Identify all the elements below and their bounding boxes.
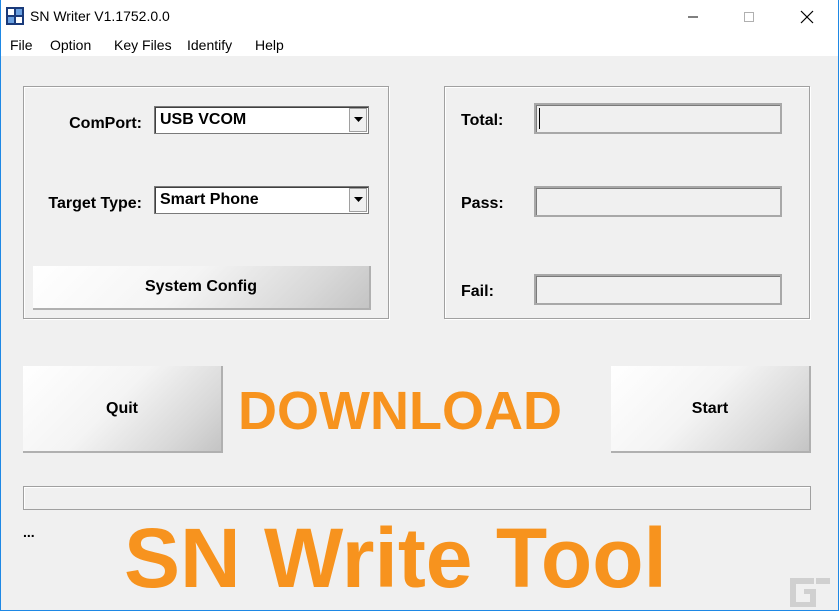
start-button[interactable]: Start (611, 366, 811, 453)
comport-value: USB VCOM (160, 111, 247, 128)
maximize-icon (744, 11, 754, 22)
title-bar: SN Writer V1.1752.0.0 (0, 0, 839, 33)
target-type-value: Smart Phone (160, 191, 259, 208)
fail-field (534, 274, 782, 305)
menu-bar: File Option Key Files Identify Help (0, 33, 839, 57)
menu-option[interactable]: Option (50, 37, 91, 53)
download-overlay-text: DOWNLOAD (238, 381, 562, 441)
status-text: ... (23, 524, 35, 540)
comport-label: ComPort: (69, 115, 142, 132)
close-button[interactable] (778, 0, 836, 33)
target-type-label: Target Type: (48, 195, 142, 212)
text-caret (539, 108, 540, 129)
chevron-down-icon (353, 117, 363, 122)
menu-help[interactable]: Help (255, 37, 284, 53)
comport-select[interactable]: USB VCOM (154, 106, 369, 134)
tool-title-overlay-text: SN Write Tool (124, 511, 667, 605)
window-title: SN Writer V1.1752.0.0 (30, 8, 170, 24)
g-logo-watermark-icon (786, 574, 834, 608)
pass-field (534, 186, 782, 217)
close-icon (800, 10, 814, 23)
target-type-dropdown-button[interactable] (349, 188, 367, 212)
quit-button[interactable]: Quit (23, 366, 223, 453)
target-type-select[interactable]: Smart Phone (154, 186, 369, 214)
chevron-down-icon (353, 197, 363, 202)
app-icon[interactable] (6, 7, 24, 25)
menu-file[interactable]: File (10, 37, 33, 53)
total-field (534, 103, 782, 134)
maximize-button[interactable] (720, 0, 778, 33)
quit-label: Quit (106, 399, 138, 417)
comport-dropdown-button[interactable] (349, 108, 367, 132)
menu-identify[interactable]: Identify (187, 37, 232, 53)
total-label: Total: (461, 112, 504, 129)
pass-label: Pass: (461, 195, 504, 212)
system-config-button[interactable]: System Config (33, 266, 371, 310)
minimize-button[interactable] (664, 0, 722, 33)
progress-bar (23, 486, 811, 510)
minimize-icon (688, 16, 698, 17)
system-config-label: System Config (144, 278, 257, 295)
start-label: Start (691, 399, 729, 417)
fail-label: Fail: (461, 283, 494, 300)
menu-key-files[interactable]: Key Files (114, 37, 172, 53)
